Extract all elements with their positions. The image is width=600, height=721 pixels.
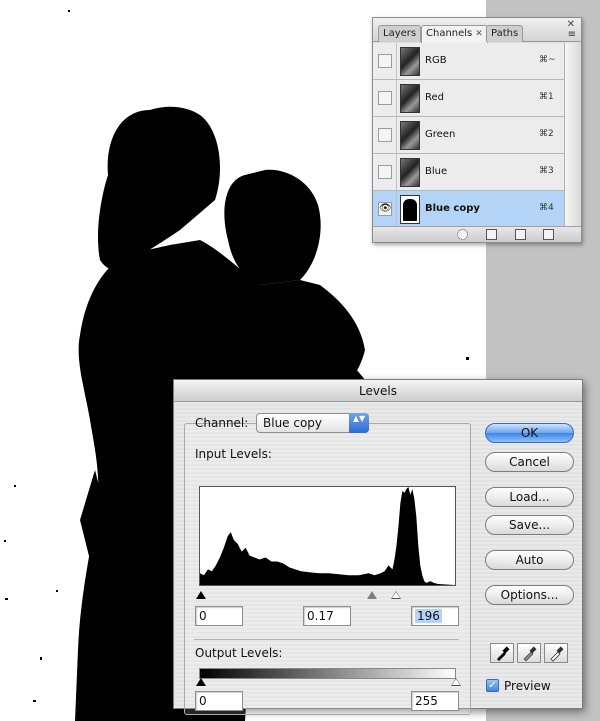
save-button[interactable]: Save...	[485, 515, 574, 535]
input-levels-label: Input Levels:	[195, 447, 272, 461]
load-selection-icon[interactable]	[457, 229, 468, 240]
channel-row-red[interactable]: Red ⌘1	[373, 80, 564, 117]
input-white-field[interactable]: 196	[411, 606, 459, 626]
trash-icon[interactable]	[543, 229, 554, 240]
histogram-graph	[200, 487, 455, 585]
channels-scrollbar[interactable]	[564, 43, 581, 229]
divider	[396, 191, 397, 228]
levels-body: Channel: Blue copy ▲▼ Input Levels: 0 0.…	[174, 403, 582, 715]
channel-thumbnail	[400, 84, 420, 113]
channel-thumbnail	[400, 195, 420, 224]
preview-label: Preview	[504, 679, 551, 693]
output-black-slider[interactable]	[196, 678, 206, 686]
cancel-button[interactable]: Cancel	[485, 452, 574, 472]
divider	[396, 43, 397, 80]
channel-name: RGB	[425, 55, 447, 66]
input-black-field[interactable]: 0	[195, 606, 243, 626]
divider	[396, 117, 397, 154]
visibility-toggle[interactable]	[378, 165, 392, 179]
tab-label: Layers	[383, 28, 417, 39]
input-gamma-slider[interactable]	[367, 591, 377, 599]
tab-layers[interactable]: Layers	[378, 25, 422, 42]
auto-button[interactable]: Auto	[485, 550, 574, 570]
tab-label: Channels	[426, 28, 473, 39]
histogram	[199, 486, 456, 586]
channels-footer	[373, 226, 581, 242]
tab-paths[interactable]: Paths	[486, 25, 524, 42]
input-gamma-field[interactable]: 0.17	[303, 606, 351, 626]
preview-checkbox[interactable]: ✓	[486, 679, 499, 692]
panel-tab-bar: Layers Channels ✕ Paths ✕ ≡	[373, 18, 581, 43]
input-white-slider[interactable]	[391, 591, 401, 599]
channel-select-value: Blue copy	[263, 416, 323, 430]
output-black-field[interactable]: 0	[195, 691, 243, 711]
panel-menu-icon[interactable]: ≡	[568, 29, 576, 40]
channel-label: Channel:	[195, 416, 249, 430]
levels-dialog: Levels Channel: Blue copy ▲▼ Input Level…	[173, 379, 583, 715]
visibility-toggle[interactable]	[378, 128, 392, 142]
channel-name: Red	[425, 92, 444, 103]
channel-row-rgb[interactable]: RGB ⌘~	[373, 43, 564, 80]
output-white-value: 255	[415, 694, 438, 708]
visibility-toggle[interactable]	[378, 54, 392, 68]
tab-channels[interactable]: Channels ✕	[421, 25, 488, 43]
channel-name: Blue copy	[425, 203, 480, 214]
tab-label: Paths	[491, 28, 519, 39]
visibility-toggle[interactable]	[378, 91, 392, 105]
channel-thumbnail	[400, 47, 420, 76]
divider	[396, 154, 397, 191]
input-black-slider[interactable]	[196, 591, 206, 599]
new-channel-icon[interactable]	[515, 229, 526, 240]
divider	[194, 639, 459, 640]
channel-name: Green	[425, 129, 456, 140]
channel-select[interactable]: Blue copy ▲▼	[256, 413, 369, 433]
channel-shortcut: ⌘1	[539, 92, 554, 102]
load-button[interactable]: Load...	[485, 487, 574, 507]
channel-shortcut: ⌘3	[539, 166, 554, 176]
channels-panel: Layers Channels ✕ Paths ✕ ≡ RGB ⌘~ Red ⌘1…	[372, 17, 582, 243]
channel-name: Blue	[425, 166, 448, 177]
channel-row-blue-copy[interactable]: 👁 Blue copy ⌘4	[373, 191, 564, 228]
channel-row-blue[interactable]: Blue ⌘3	[373, 154, 564, 191]
input-black-value: 0	[199, 609, 207, 623]
divider	[396, 80, 397, 117]
channel-shortcut: ⌘4	[539, 203, 554, 213]
tab-close-icon[interactable]: ✕	[475, 29, 483, 39]
white-eyedropper-icon[interactable]	[544, 643, 568, 663]
input-gamma-value: 0.17	[307, 609, 334, 623]
output-white-field[interactable]: 255	[411, 691, 459, 711]
output-levels-label: Output Levels:	[195, 646, 283, 660]
input-white-value: 196	[415, 609, 442, 623]
channel-thumbnail	[400, 158, 420, 187]
select-arrows-icon: ▲▼	[349, 413, 369, 433]
save-selection-icon[interactable]	[486, 229, 497, 240]
output-white-slider[interactable]	[451, 678, 461, 686]
output-gradient-bar	[199, 668, 456, 679]
eye-icon[interactable]: 👁	[378, 202, 392, 216]
channel-shortcut: ⌘2	[539, 129, 554, 139]
gray-eyedropper-icon[interactable]	[517, 643, 541, 663]
channel-shortcut: ⌘~	[539, 55, 556, 65]
options-button[interactable]: Options...	[485, 585, 574, 605]
channel-row-green[interactable]: Green ⌘2	[373, 117, 564, 154]
ok-button[interactable]: OK	[485, 423, 574, 443]
output-black-value: 0	[199, 694, 207, 708]
channel-thumbnail	[400, 121, 420, 150]
dialog-title: Levels	[174, 380, 582, 402]
black-eyedropper-icon[interactable]	[490, 643, 514, 663]
